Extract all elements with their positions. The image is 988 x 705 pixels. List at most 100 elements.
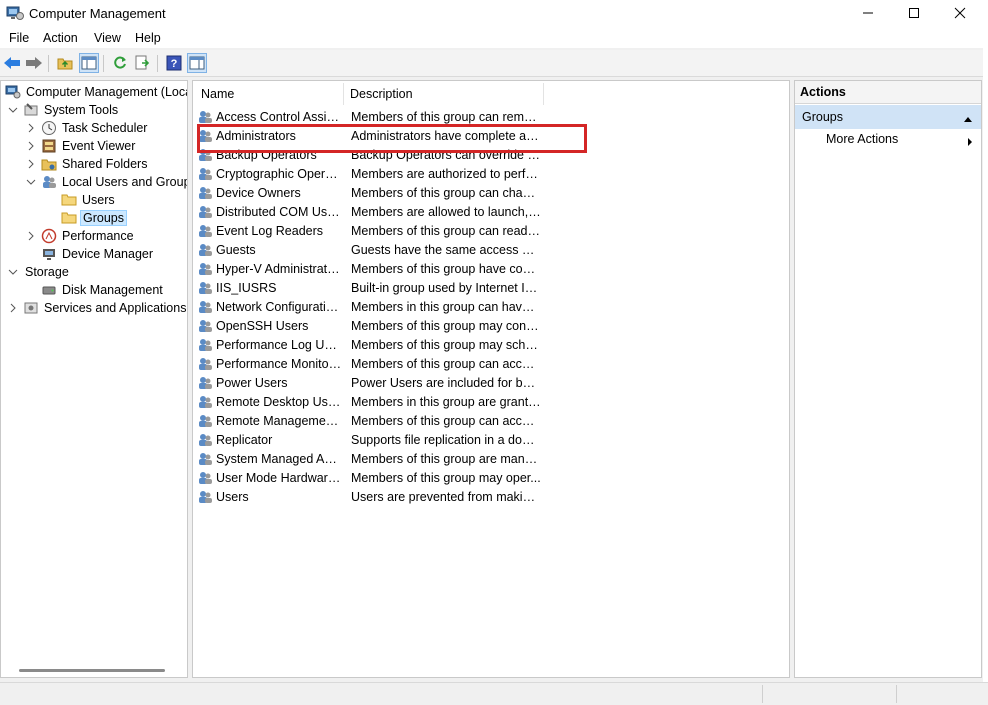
show-hide-tree-icon <box>81 56 97 70</box>
group-name: Replicator <box>216 432 273 447</box>
device-manager-icon <box>41 246 57 262</box>
forward-button[interactable] <box>24 53 44 73</box>
group-row[interactable]: OpenSSH Users Members of this group may c… <box>197 316 787 335</box>
group-description: Members of this group have com... <box>351 261 541 276</box>
group-description: Members of this group may conn... <box>351 318 541 333</box>
close-button[interactable] <box>937 0 983 26</box>
tree-item-users[interactable]: Users <box>61 191 117 209</box>
group-icon <box>197 261 213 277</box>
help-button[interactable]: ? <box>164 53 184 73</box>
chevron-right-icon[interactable] <box>25 230 37 242</box>
chevron-right-icon[interactable] <box>7 302 19 314</box>
group-row[interactable]: Replicator Supports file replication in a… <box>197 430 787 449</box>
back-button[interactable] <box>2 53 22 73</box>
group-row[interactable]: Remote Desktop Users Members in this grou… <box>197 392 787 411</box>
tree-item-shared-folders[interactable]: Shared Folders <box>25 155 149 173</box>
tree-item-label: Local Users and Groups <box>62 175 188 189</box>
group-icon <box>197 451 213 467</box>
group-row[interactable]: Performance Log Users Members of this gro… <box>197 335 787 354</box>
more-actions-item[interactable]: More Actions <box>826 132 898 146</box>
maximize-icon <box>909 8 919 18</box>
maximize-button[interactable] <box>891 0 937 26</box>
group-icon <box>197 489 213 505</box>
minimize-button[interactable] <box>845 0 891 26</box>
show-hide-action-pane-button[interactable] <box>187 53 207 73</box>
actions-pane: Actions Groups More Actions <box>794 80 982 678</box>
group-row[interactable]: Cryptographic Operat... Members are autho… <box>197 164 787 183</box>
menu-help[interactable]: Help <box>135 31 161 45</box>
group-row[interactable]: System Managed Acc... Members of this gro… <box>197 449 787 468</box>
chevron-right-icon[interactable] <box>25 140 37 152</box>
collapse-up-icon[interactable] <box>963 112 973 126</box>
tree-item-storage[interactable]: Storage <box>7 263 71 281</box>
chevron-down-icon[interactable] <box>25 176 37 188</box>
back-icon <box>4 57 20 69</box>
group-row[interactable]: Users Users are prevented from making ... <box>197 487 787 506</box>
svg-text:?: ? <box>171 58 178 70</box>
show-hide-tree-button[interactable] <box>79 53 99 73</box>
tree-item-device-manager[interactable]: Device Manager <box>41 245 155 263</box>
group-row[interactable]: Event Log Readers Members of this group c… <box>197 221 787 240</box>
menu-action[interactable]: Action <box>43 31 78 45</box>
group-row[interactable]: Power Users Power Users are included for … <box>197 373 787 392</box>
group-row[interactable]: Remote Management... Members of this grou… <box>197 411 787 430</box>
column-header-description[interactable]: Description <box>350 81 413 107</box>
group-icon <box>197 166 213 182</box>
tree-item-local-users-and-groups[interactable]: Local Users and Groups <box>25 173 188 191</box>
group-row[interactable]: Distributed COM Users Members are allowed… <box>197 202 787 221</box>
group-name: Remote Management... <box>216 413 343 428</box>
group-row[interactable]: Performance Monitor ... Members of this g… <box>197 354 787 373</box>
chevron-right-icon[interactable] <box>25 122 37 134</box>
group-list[interactable]: Name Description Access Control Assist..… <box>192 80 790 678</box>
tree-item-task-scheduler[interactable]: Task Scheduler <box>25 119 149 137</box>
status-bar <box>0 682 988 705</box>
submenu-arrow-icon[interactable] <box>967 136 973 150</box>
group-description: Members of this group can remot... <box>351 109 541 124</box>
group-name: Users <box>216 489 249 504</box>
group-row[interactable]: Device Owners Members of this group can c… <box>197 183 787 202</box>
group-description: Members are allowed to launch, a... <box>351 204 541 219</box>
tree-item-services-and-applications[interactable]: Services and Applications <box>7 299 187 317</box>
group-row[interactable]: IIS_IUSRS Built-in group used by Internet… <box>197 278 787 297</box>
chevron-right-icon[interactable] <box>25 158 37 170</box>
up-folder-button[interactable] <box>55 53 75 73</box>
group-name: Network Configuratio... <box>216 299 343 314</box>
chevron-down-icon[interactable] <box>7 104 19 116</box>
group-icon <box>197 318 213 334</box>
column-header-name[interactable]: Name <box>201 81 234 107</box>
group-name: OpenSSH Users <box>216 318 309 333</box>
tree-item-groups[interactable]: Groups <box>61 209 127 227</box>
group-name: Power Users <box>216 375 288 390</box>
close-icon <box>954 7 966 19</box>
tree-item-label: Services and Applications <box>44 301 187 315</box>
tree-item-disk-management[interactable]: Disk Management <box>41 281 165 299</box>
tree-item-performance[interactable]: Performance <box>25 227 136 245</box>
group-row[interactable]: Network Configuratio... Members in this g… <box>197 297 787 316</box>
group-name: Distributed COM Users <box>216 204 343 219</box>
actions-group-groups[interactable]: Groups <box>795 105 981 129</box>
group-description: Members of this group are mana... <box>351 451 541 466</box>
tree-item-label: Computer Management (Local <box>26 85 188 99</box>
more-actions-label: More Actions <box>826 132 899 146</box>
group-row[interactable]: Hyper-V Administrators Members of this gr… <box>197 259 787 278</box>
tree-item-label: Device Manager <box>62 247 154 261</box>
refresh-button[interactable] <box>110 53 130 73</box>
window-edge <box>983 28 988 688</box>
tree-item-label: Users <box>82 193 115 207</box>
tree-item-computer-management[interactable]: Computer Management (Local <box>5 83 188 101</box>
horizontal-scrollbar[interactable] <box>19 669 165 672</box>
tree-item-system-tools[interactable]: System Tools <box>7 101 120 119</box>
group-row[interactable]: Guests Guests have the same access as m..… <box>197 240 787 259</box>
console-tree[interactable]: Computer Management (Local System Tools … <box>0 80 188 678</box>
export-list-button[interactable] <box>133 53 153 73</box>
group-icon <box>197 109 213 125</box>
tree-item-label: Performance <box>62 229 134 243</box>
menu-view[interactable]: View <box>94 31 121 45</box>
window-title: Computer Management <box>29 6 166 21</box>
chevron-down-icon[interactable] <box>7 266 19 278</box>
help-icon: ? <box>166 55 182 71</box>
tree-item-event-viewer[interactable]: Event Viewer <box>25 137 137 155</box>
group-row[interactable]: User Mode Hardware ... Members of this gr… <box>197 468 787 487</box>
group-icon <box>197 280 213 296</box>
menu-file[interactable]: File <box>9 31 29 45</box>
